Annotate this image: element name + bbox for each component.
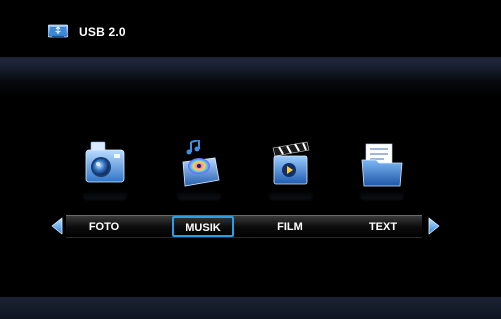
musik-tile-icon[interactable]: [177, 138, 221, 188]
left-arrow-icon[interactable]: [50, 217, 64, 235]
foto-tile-icon[interactable]: [83, 140, 127, 188]
menu-item-foto[interactable]: FOTO: [74, 219, 134, 236]
text-tile-icon[interactable]: [360, 140, 404, 188]
category-menu-bar: FOTO MUSIK FILM TEXT: [66, 215, 422, 238]
menu-item-musik[interactable]: MUSIK: [172, 216, 234, 237]
right-arrow-icon[interactable]: [427, 217, 441, 235]
text-reflection: [360, 190, 404, 200]
device-title: USB 2.0: [79, 25, 126, 39]
header: USB 2.0: [0, 0, 501, 60]
foto-reflection: [83, 190, 127, 200]
film-reflection: [269, 190, 313, 200]
media-player-screen: USB 2.0 FOTO MUSIK FILM TEXT: [0, 0, 501, 319]
header-band: [0, 57, 501, 81]
film-tile-icon[interactable]: [269, 140, 313, 188]
musik-reflection: [177, 190, 221, 200]
menu-item-text[interactable]: TEXT: [352, 219, 414, 236]
footer-band: [0, 297, 501, 319]
menu-item-film[interactable]: FILM: [259, 219, 321, 236]
usb-drive-icon: [47, 22, 69, 38]
